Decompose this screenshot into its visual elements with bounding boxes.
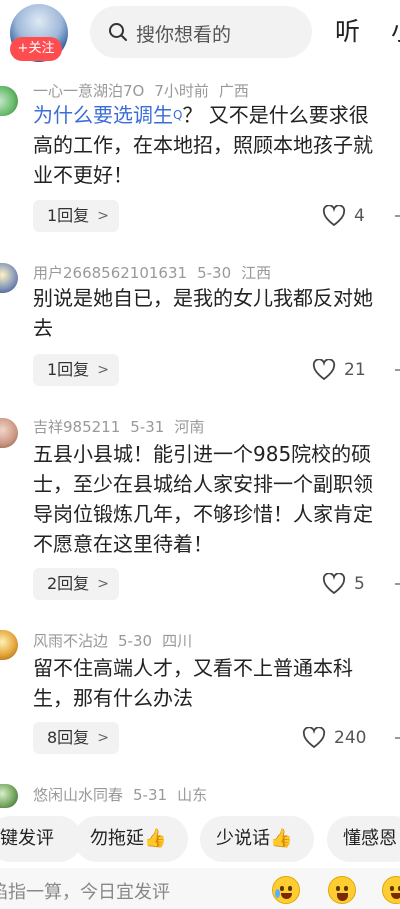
replies-button[interactable]: 8回复 > (33, 722, 119, 754)
replies-label: 1回复 (47, 360, 90, 379)
like-button[interactable]: 4 (322, 200, 365, 232)
heart-icon (302, 727, 326, 749)
search-input[interactable]: 搜你想看的 (90, 6, 312, 58)
more-icon[interactable] (395, 583, 400, 585)
chevron-right-icon: > (97, 730, 109, 746)
comment-line: 去 (33, 316, 53, 340)
commenter-avatar[interactable] (0, 784, 18, 808)
like-button[interactable]: 5 (322, 568, 365, 600)
comment-meta: 风雨不沾边 5-30 四川 (33, 630, 202, 651)
comment-line: 导岗位锻炼几年，不够珍惜！人家肯定 (33, 502, 373, 526)
comment-line: 别说是她自已，是我的女儿我都反对她 (33, 286, 373, 310)
chip-label: 键发评 (0, 828, 54, 849)
comment-time: 5-30 (118, 632, 153, 650)
comment-time: 5-31 (133, 786, 168, 804)
search-placeholder: 搜你想看的 (136, 24, 232, 46)
comment-input-placeholder: 掐指一算，今日宜发评 (0, 882, 170, 903)
tab-partial[interactable]: 小 (391, 12, 400, 48)
chevron-right-icon: > (97, 208, 109, 224)
like-count: 4 (354, 206, 365, 226)
comment-line: 士，至少在县城给人家安排一个副职领 (33, 472, 373, 496)
like-count: 21 (344, 360, 366, 380)
commenter-avatar[interactable] (0, 263, 18, 293)
comment-meta: 悠闲山水同春 5-31 山东 (33, 784, 217, 805)
chevron-right-icon: > (97, 362, 109, 378)
comment-meta: 一心一意湖泊7O 7小时前 广西 (33, 80, 259, 101)
laughing-emoji-icon[interactable] (328, 876, 356, 904)
chip-label: 少说话👍 (216, 828, 293, 849)
comment-line: 不愿意在这里待着！ (33, 532, 213, 556)
comment-line: 生，那有什么办法 (33, 686, 193, 710)
chip-label: 懂感恩 (343, 828, 397, 849)
quick-comment-bar: 键发评 勿拖延👍 少说话👍 懂感恩 (0, 816, 400, 862)
replies-button[interactable]: 1回复 > (33, 200, 119, 232)
more-icon[interactable] (395, 215, 400, 217)
comment-line: 高的工作，在本地招，照顾本地孩子就 (33, 133, 373, 157)
comment-line: ？ 又不是什么要求很 (182, 103, 369, 127)
quick-comment-chip[interactable]: 少说话👍 (200, 816, 314, 862)
comment-username[interactable]: 用户2668562101631 (33, 264, 187, 282)
commenter-avatar[interactable] (0, 630, 18, 660)
replies-button[interactable]: 2回复 > (33, 568, 119, 600)
like-button[interactable]: 240 (302, 722, 366, 754)
like-count: 240 (334, 728, 367, 748)
replies-label: 2回复 (47, 574, 90, 593)
comment-username[interactable]: 吉祥985211 (33, 418, 120, 436)
chevron-right-icon: > (97, 576, 109, 592)
comment-line: 五县小县城！能引进一个985院校的硕 (33, 442, 372, 466)
follow-button[interactable]: +关注 (10, 37, 62, 61)
replies-label: 8回复 (47, 728, 90, 747)
crying-emoji-icon[interactable] (272, 876, 300, 904)
comment-location: 广西 (218, 82, 249, 100)
comment-username[interactable]: 悠闲山水同春 (33, 786, 123, 804)
comment-location: 河南 (174, 418, 205, 436)
more-icon[interactable] (395, 737, 400, 739)
comment-input[interactable]: 掐指一算，今日宜发评 (0, 868, 400, 909)
commenter-avatar[interactable] (0, 86, 18, 116)
comment-meta: 吉祥985211 5-31 河南 (33, 416, 214, 437)
topic-link[interactable]: 为什么要选调生 (33, 103, 173, 127)
comment-location: 山东 (177, 786, 208, 804)
grinning-emoji-icon[interactable] (382, 876, 400, 904)
comment-location: 江西 (241, 264, 272, 282)
replies-label: 1回复 (47, 206, 90, 225)
comment-text: 五县小县城！能引进一个985院校的硕 士，至少在县城给人家安排一个副职领 导岗位… (33, 439, 400, 559)
comment-username[interactable]: 一心一意湖泊7O (33, 82, 144, 100)
comment-time: 7小时前 (154, 82, 209, 100)
comment-time: 5-30 (197, 264, 232, 282)
tab-listen[interactable]: 听 (335, 12, 360, 48)
heart-icon (322, 205, 346, 227)
like-count: 5 (354, 574, 365, 594)
quick-comment-chip[interactable]: 勿拖延👍 (74, 816, 188, 862)
search-icon (109, 23, 127, 41)
more-icon[interactable] (395, 369, 400, 371)
comment-line: 业不更好！ (33, 163, 133, 187)
commenter-avatar[interactable] (0, 418, 18, 448)
quick-comment-chip[interactable]: 键发评 (0, 816, 82, 862)
top-bar: +关注 搜你想看的 听 小 (0, 0, 400, 72)
heart-icon (322, 573, 346, 595)
comment-text: 留不住高端人才，又看不上普通本科 生，那有什么办法 (33, 653, 400, 713)
comment-line: 留不住高端人才，又看不上普通本科 (33, 656, 353, 680)
comment-meta: 用户2668562101631 5-30 江西 (33, 262, 281, 283)
chip-label: 勿拖延👍 (90, 828, 167, 849)
heart-icon (312, 359, 336, 381)
comment-text: 为什么要选调生Q？ 又不是什么要求很 高的工作，在本地招，照顾本地孩子就 业不更… (33, 100, 400, 190)
comment-text: 别说是她自已，是我的女儿我都反对她 去 (33, 283, 400, 343)
comment-time: 5-31 (130, 418, 165, 436)
quick-comment-chip[interactable]: 懂感恩 (327, 816, 400, 862)
like-button[interactable]: 21 (312, 354, 366, 386)
comment-username[interactable]: 风雨不沾边 (33, 632, 108, 650)
comment-location: 四川 (162, 632, 193, 650)
replies-button[interactable]: 1回复 > (33, 354, 119, 386)
